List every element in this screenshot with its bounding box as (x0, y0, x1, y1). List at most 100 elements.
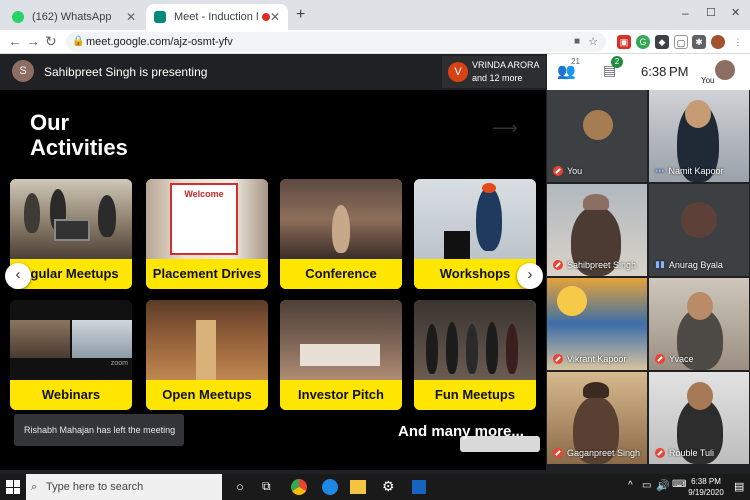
slide-title-line1: Our (30, 110, 70, 135)
turban (583, 194, 609, 210)
windows-start-icon[interactable] (6, 480, 20, 494)
podium (444, 231, 470, 259)
table (196, 320, 216, 380)
extension-icon[interactable]: ▣ (617, 35, 631, 49)
forward-icon[interactable]: → (26, 33, 40, 49)
host-name: VRINDA ARORA (472, 60, 540, 70)
activity-label: Conference (280, 259, 402, 289)
taskbar-search-box[interactable]: ⌕ Type here to search (26, 474, 222, 500)
participant-name-text: Yvace (669, 354, 694, 364)
task-view-icon[interactable]: ⧉ (262, 479, 271, 494)
close-tab-icon[interactable]: ✕ (270, 10, 280, 24)
meet-icon (154, 11, 166, 23)
extension-icon[interactable]: ▢ (674, 35, 688, 49)
system-clock[interactable]: 6:38 PM 9/19/2020 (684, 476, 728, 498)
minimize-button[interactable]: – (682, 6, 689, 20)
participant-tile[interactable]: Gaganpreet Singh (547, 372, 647, 464)
activity-photo (414, 179, 536, 259)
clock-time: 6:38 PM (691, 477, 721, 486)
speaking-icon: ▮▮ (655, 259, 665, 269)
activity-photo: Welcome (146, 179, 268, 259)
recording-icon (261, 13, 270, 21)
zoom-watermark: zoom (110, 360, 128, 367)
participant-name-text: Rouble Tuli (669, 448, 715, 458)
menu-icon[interactable]: ⋮ (731, 35, 745, 49)
chrome-icon[interactable] (290, 478, 308, 496)
speaking-icon: ••• (655, 166, 665, 176)
volume-icon[interactable]: 🔊 (656, 479, 670, 492)
leave-notification: Rishabh Mahajan has left the meeting (14, 414, 184, 446)
edge-icon[interactable] (322, 479, 338, 495)
participant-tile[interactable]: You (547, 90, 647, 182)
video-frame (10, 320, 70, 358)
lock-icon: 🔒 (72, 36, 85, 47)
participant-name-text: Namit Kapoor (668, 166, 724, 176)
reload-icon[interactable]: ↻ (45, 33, 57, 50)
puzzle-icon[interactable]: ✱ (692, 35, 706, 49)
windows-taskbar: ⌕ Type here to search ○ ⧉ ⚙ ^ ▭ 🔊 ⌨ 6:38… (0, 474, 750, 500)
participant-name: Yvace (655, 354, 694, 364)
browser-tab-bar: (162) WhatsApp ✕ Meet - Induction Meetup… (0, 0, 750, 30)
participant-name-text: Gaganpreet Singh (567, 448, 641, 458)
camera-icon[interactable]: ■ (574, 32, 580, 52)
next-slide-button[interactable]: › (517, 263, 543, 289)
participant-name-text: You (567, 166, 583, 176)
new-tab-button[interactable]: + (296, 6, 305, 24)
activity-card: Investor Pitch (280, 300, 402, 410)
presentation-bar: S Sahibpreet Singh is presenting V VRIND… (0, 54, 546, 90)
address-bar[interactable]: 🔒 meet.google.com/ajz-osmt-yfv ■ ☆ (66, 32, 606, 52)
mic-off-icon (655, 448, 665, 458)
back-icon[interactable]: ← (8, 33, 22, 49)
activity-card: Conference (280, 179, 402, 289)
laptop-screen (54, 219, 90, 241)
profile-avatar[interactable] (711, 35, 725, 49)
presenter-label: Sahibpreet Singh is presenting (44, 65, 208, 79)
activity-photo: zoom (10, 300, 132, 380)
url-text: meet.google.com/ajz-osmt-yfv (86, 36, 233, 48)
welcome-banner: Welcome (170, 183, 238, 255)
participant-tile[interactable]: ▮▮ Anurag Byala (649, 184, 749, 276)
network-icon[interactable]: ▭ (642, 480, 651, 491)
turban (482, 183, 496, 193)
search-placeholder: Type here to search (46, 481, 144, 493)
person-figure (506, 324, 518, 374)
participant-tile[interactable]: Yvace (649, 278, 749, 370)
star-icon[interactable]: ☆ (588, 32, 598, 52)
slide-controls[interactable] (460, 436, 540, 452)
mic-off-icon (655, 354, 665, 364)
presenter-avatar: S (12, 60, 34, 82)
activity-label: Open Meetups (146, 380, 268, 410)
clock-date: 9/19/2020 (688, 488, 724, 497)
participant-tile[interactable]: ••• Namit Kapoor (649, 90, 749, 182)
extension-icon[interactable]: ◆ (655, 35, 669, 49)
chat-count-badge: 2 (611, 56, 623, 68)
app-icon[interactable] (412, 480, 426, 494)
close-tab-icon[interactable]: ✕ (126, 10, 136, 24)
grammarly-icon[interactable]: G (636, 35, 650, 49)
activity-photo (280, 300, 402, 380)
maximize-button[interactable]: ☐ (706, 6, 716, 19)
participant-tile[interactable]: Rouble Tuli (649, 372, 749, 464)
participants-count: 21 (571, 57, 580, 66)
chevron-up-icon[interactable]: ^ (628, 480, 633, 491)
host-more: and 12 more (472, 73, 523, 83)
close-window-button[interactable]: ✕ (731, 6, 740, 19)
poster (557, 286, 587, 316)
participant-name-text: Anurag Byala (668, 259, 723, 270)
file-explorer-icon[interactable] (350, 480, 366, 494)
participant-tile[interactable]: Sahibpreet Singh (547, 184, 647, 276)
person-figure (446, 322, 458, 374)
face (685, 100, 711, 128)
tab-whatsapp[interactable]: (162) WhatsApp ✕ (4, 4, 144, 30)
meet-window: S Sahibpreet Singh is presenting V VRIND… (0, 54, 750, 474)
tab-meet[interactable]: Meet - Induction Meetup fo ✕ (146, 4, 288, 30)
settings-icon[interactable]: ⚙ (382, 478, 395, 495)
activity-card: Open Meetups (146, 300, 268, 410)
participant-name-text: Vikrant Kapoor (567, 354, 627, 364)
cortana-icon[interactable]: ○ (236, 479, 244, 494)
participant-tile[interactable]: Vikrant Kapoor (547, 278, 647, 370)
notification-icon[interactable]: ▤ (734, 480, 744, 493)
host-avatar: V (448, 62, 468, 82)
host-chip[interactable]: V VRINDA ARORA and 12 more (442, 56, 546, 88)
previous-slide-button[interactable]: ‹ (5, 263, 31, 289)
